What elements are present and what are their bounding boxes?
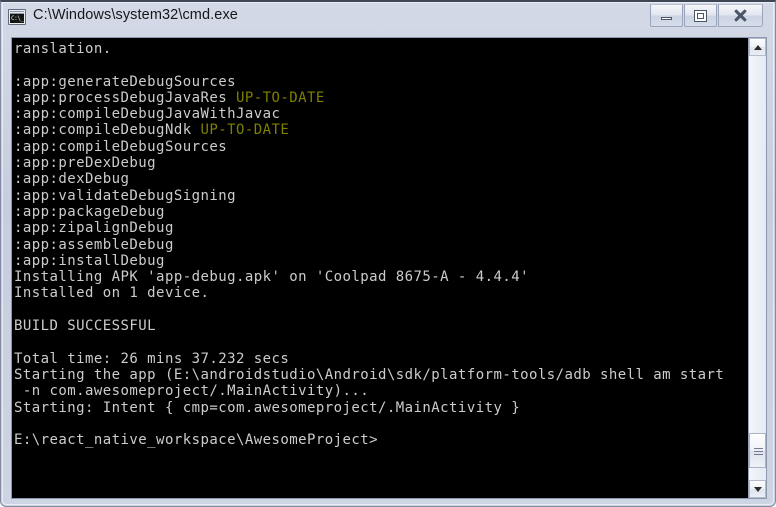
console-line-text: BUILD SUCCESSFUL: [14, 318, 157, 335]
close-icon: [719, 5, 762, 26]
window-title: C:\Windows\system32\cmd.exe: [33, 7, 238, 23]
console-output[interactable]: ranslation. :app:generateDebugSources:ap…: [12, 38, 748, 498]
console-status-token: UP-TO-DATE: [235, 89, 325, 106]
close-button[interactable]: [718, 4, 763, 27]
console-line-text: :app:installDebug: [14, 252, 165, 269]
console-line-text: :app:validateDebugSigning: [14, 187, 236, 204]
console-line: Total time: 26 mins 37.232 secs: [14, 351, 748, 367]
console-line: :app:processDebugJavaRes UP-TO-DATE: [14, 90, 748, 106]
console-line-text: -n com.awesomeproject/.MainActivity)...: [14, 383, 370, 400]
console-line-text: :app:compileDebugJavaWithJavac: [14, 106, 281, 123]
console-line-text: :app:compileDebugSources: [14, 138, 228, 155]
console-line: Starting: Intent { cmp=com.awesomeprojec…: [14, 400, 748, 416]
console-line: -n com.awesomeproject/.MainActivity)...: [14, 383, 748, 399]
cmd-console-icon: C:\_: [8, 9, 26, 25]
console-line: :app:compileDebugSources: [14, 139, 748, 155]
console-line-text: :app:zipalignDebug: [14, 220, 174, 237]
scroll-thumb[interactable]: [749, 433, 766, 468]
console-line-text: Installed on 1 device.: [14, 285, 210, 302]
console-line: E:\react_native_workspace\AwesomeProject…: [14, 432, 748, 448]
console-line: :app:compileDebugJavaWithJavac: [14, 106, 748, 122]
console-line-text: Installing APK 'app-debug.apk' on 'Coolp…: [14, 269, 529, 286]
console-line-text: ranslation.: [14, 41, 112, 57]
console-line-text: :app:generateDebugSources: [14, 73, 236, 90]
thumb-grip-line: [754, 448, 763, 449]
console-line: BUILD SUCCESSFUL: [14, 318, 748, 334]
console-line: :app:dexDebug: [14, 171, 748, 187]
console-line-text: [14, 57, 23, 73]
console-client-area[interactable]: ranslation. :app:generateDebugSources:ap…: [11, 37, 767, 499]
console-line-text: [14, 416, 23, 432]
icon-prompt-text: C:\_: [10, 14, 24, 23]
console-line: Installed on 1 device.: [14, 285, 748, 301]
console-line-text: Total time: 26 mins 37.232 secs: [14, 350, 290, 367]
console-line: :app:zipalignDebug: [14, 220, 748, 236]
console-line: [14, 334, 748, 350]
chevron-down-icon: [753, 486, 762, 492]
console-line-text: :app:dexDebug: [14, 171, 130, 188]
console-line-text: :app:processDebugJavaRes: [14, 89, 236, 106]
maximize-icon: [685, 5, 716, 26]
console-line: Starting the app (E:\androidstudio\Andro…: [14, 367, 748, 383]
scroll-down-arrow[interactable]: [749, 480, 766, 498]
maximize-button[interactable]: [684, 4, 717, 27]
scroll-up-arrow[interactable]: [749, 38, 766, 56]
console-line: :app:validateDebugSigning: [14, 188, 748, 204]
console-line: :app:installDebug: [14, 253, 748, 269]
cmd-window: C:\_ C:\Windows\system32\cmd.exe ranslat…: [0, 0, 776, 507]
console-line-text: E:\react_native_workspace\AwesomeProject…: [14, 432, 379, 449]
console-line-text: [14, 302, 23, 318]
minimize-icon: [651, 5, 682, 26]
console-line-text: :app:preDexDebug: [14, 155, 157, 172]
window-titlebar[interactable]: C:\_ C:\Windows\system32\cmd.exe: [1, 2, 776, 34]
console-line: Installing APK 'app-debug.apk' on 'Coolp…: [14, 269, 748, 285]
console-line: [14, 57, 748, 73]
console-line: [14, 302, 748, 318]
minimize-button[interactable]: [650, 4, 683, 27]
console-line: :app:assembleDebug: [14, 237, 748, 253]
console-line: ranslation.: [14, 41, 748, 57]
console-status-token: UP-TO-DATE: [200, 122, 290, 139]
console-line-text: :app:assembleDebug: [14, 236, 174, 253]
thumb-grip-line: [754, 454, 763, 455]
console-line: :app:generateDebugSources: [14, 74, 748, 90]
console-line: [14, 416, 748, 432]
console-scrollbar[interactable]: [748, 38, 766, 498]
console-line: :app:packageDebug: [14, 204, 748, 220]
console-line: :app:preDexDebug: [14, 155, 748, 171]
console-line-text: Starting: Intent { cmp=com.awesomeprojec…: [14, 399, 521, 416]
console-line-text: Starting the app (E:\androidstudio\Andro…: [14, 366, 725, 383]
console-line-text: :app:compileDebugNdk: [14, 122, 201, 139]
scrollbar-track[interactable]: [749, 56, 766, 480]
thumb-grip-line: [754, 451, 763, 452]
console-line-text: :app:packageDebug: [14, 203, 165, 220]
console-line: :app:compileDebugNdk UP-TO-DATE: [14, 122, 748, 138]
chevron-up-icon: [753, 44, 762, 50]
console-line-text: [14, 334, 23, 350]
